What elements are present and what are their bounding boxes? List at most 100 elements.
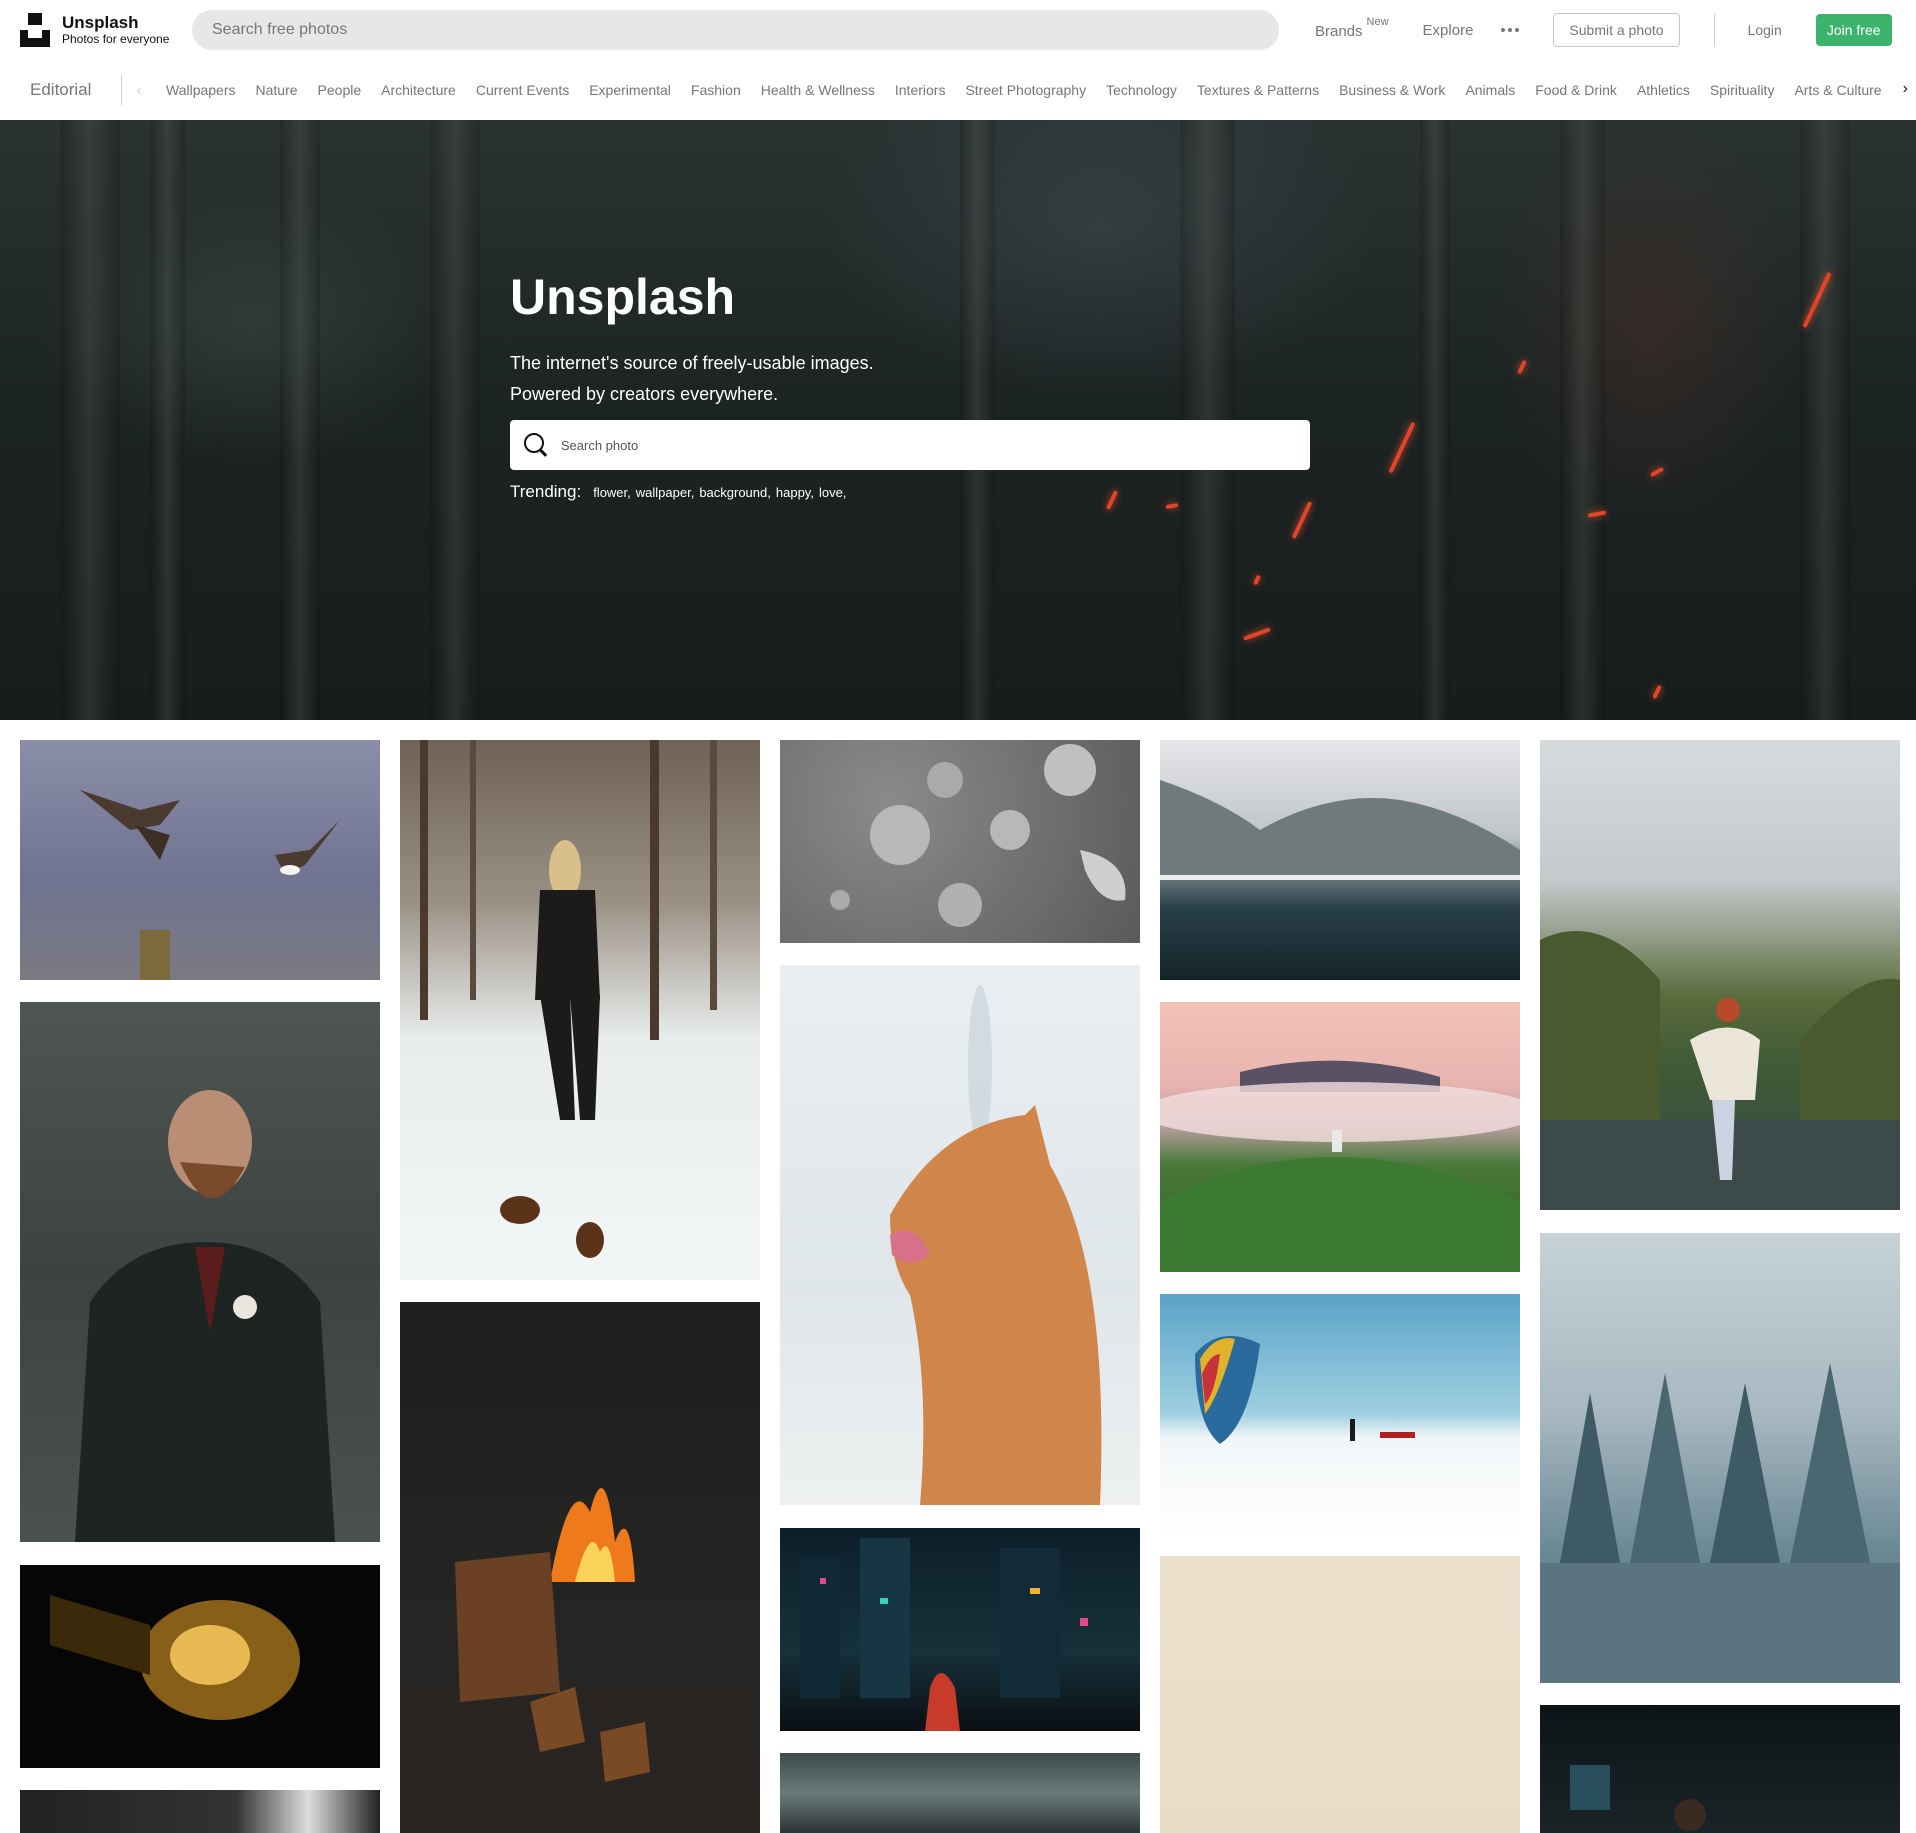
logo-tagline: Photos for everyone — [62, 31, 170, 46]
brands-link[interactable]: BrandsNew — [1315, 16, 1389, 40]
editorial-tab[interactable]: Editorial — [0, 80, 121, 100]
trending-tag[interactable]: wallpaper, — [636, 485, 695, 500]
chevron-left-icon[interactable]: ‹ — [122, 82, 156, 98]
category-tab[interactable]: Animals — [1455, 82, 1525, 98]
photo-dark-partial[interactable] — [20, 1790, 380, 1833]
category-tab[interactable]: Current Events — [466, 82, 579, 98]
category-tab[interactable]: Technology — [1096, 82, 1187, 98]
photo-neon-city[interactable] — [780, 1528, 1140, 1731]
category-tab[interactable]: Wallpapers — [156, 82, 246, 98]
category-tab[interactable]: Fashion — [681, 82, 751, 98]
hero-ember — [1649, 466, 1665, 478]
hero-ember — [1243, 627, 1271, 641]
woman-snow-graphic — [420, 740, 717, 1258]
hero-banner: Unsplash The internet's source of freely… — [0, 120, 1916, 720]
join-free-button[interactable]: Join free — [1815, 14, 1892, 46]
trending-tag[interactable]: happy, — [776, 485, 814, 500]
photo-mountain-lake[interactable] — [1160, 740, 1520, 980]
logo[interactable]: Unsplash Photos for everyone — [20, 13, 192, 47]
trending-label: Trending: — [510, 482, 582, 501]
photo-foggy-hill-church[interactable] — [1160, 1002, 1520, 1272]
dark-room-graphic — [1570, 1765, 1706, 1831]
hero-ember — [1165, 502, 1179, 510]
more-menu-icon[interactable] — [1501, 28, 1520, 32]
category-tab[interactable]: Street Photography — [955, 82, 1096, 98]
neon-city-graphic — [800, 1538, 1088, 1731]
category-tab[interactable]: Textures & Patterns — [1187, 82, 1329, 98]
category-tab[interactable]: Spirituality — [1700, 82, 1785, 98]
header-divider — [1713, 14, 1715, 46]
photo-snowy-pines[interactable] — [1540, 1233, 1900, 1683]
category-tab[interactable]: Interiors — [885, 82, 956, 98]
hero-tree-trunk — [1420, 120, 1450, 720]
photo-dark-room[interactable] — [1540, 1705, 1900, 1833]
river-walker-graphic — [1540, 931, 1900, 1210]
search-icon[interactable] — [524, 433, 547, 457]
category-tab[interactable]: People — [308, 82, 372, 98]
category-bar: Editorial ‹ Wallpapers Nature People Archit… — [0, 64, 1916, 116]
eagles-graphic — [80, 790, 340, 980]
top-search-input[interactable] — [212, 21, 1259, 39]
hero-search-bar[interactable] — [510, 420, 1310, 470]
new-badge: New — [1366, 15, 1389, 28]
category-tab[interactable]: Experimental — [579, 82, 681, 98]
submit-photo-button[interactable]: Submit a photo — [1553, 13, 1680, 47]
photo-bearded-man-suit[interactable] — [20, 1002, 380, 1542]
foggy-hill-graphic — [1160, 1060, 1520, 1272]
trending-tag[interactable]: love, — [819, 485, 846, 500]
unsplash-logo-icon — [20, 13, 50, 47]
hero-tree-trunk — [280, 120, 320, 720]
category-tab[interactable]: Nature — [246, 82, 308, 98]
trending-tag[interactable]: background, — [699, 485, 771, 500]
hero-ember — [1652, 684, 1662, 700]
category-tab[interactable]: Arts & Culture — [1784, 82, 1891, 98]
snow-kite-graphic — [1195, 1336, 1415, 1444]
top-search-bar[interactable] — [192, 10, 1279, 50]
hero-search-input[interactable] — [560, 437, 1296, 453]
hero-ember — [1291, 501, 1313, 539]
photo-orange-cat[interactable] — [780, 965, 1140, 1505]
chevron-right-icon[interactable]: › — [1903, 80, 1908, 98]
explore-link[interactable]: Explore — [1423, 22, 1474, 39]
photo-snow-kite[interactable] — [1160, 1294, 1520, 1534]
category-tab[interactable]: Food & Drink — [1525, 82, 1627, 98]
photo-woman-snow-forest[interactable] — [400, 740, 760, 1280]
mountain-lake-graphic — [1160, 780, 1520, 880]
hero-ember — [1253, 574, 1261, 586]
photo-light-bulb[interactable] — [20, 1565, 380, 1768]
photo-beige-minimal[interactable] — [1160, 1556, 1520, 1833]
hero-tree-trunk — [150, 120, 185, 720]
category-tab[interactable]: Health & Wellness — [751, 82, 885, 98]
photo-stormy-sky[interactable] — [780, 1753, 1140, 1833]
snowy-pines-graphic — [1540, 1363, 1900, 1683]
brands-label: Brands — [1315, 22, 1363, 40]
campfire-graphic — [455, 1488, 650, 1782]
category-tab[interactable]: Business & Work — [1329, 82, 1455, 98]
water-drops-graphic — [830, 744, 1126, 927]
man-suit-graphic — [75, 1090, 335, 1542]
trending-tag[interactable]: flower, — [593, 485, 631, 500]
cat-graphic — [890, 985, 1102, 1505]
light-bulb-graphic — [50, 1595, 300, 1720]
login-link[interactable]: Login — [1748, 22, 1782, 38]
top-header: Unsplash Photos for everyone BrandsNew E… — [0, 0, 1916, 60]
hero-tree-trunk — [430, 120, 480, 720]
header-nav: BrandsNew Explore Submit a photo Login J… — [1315, 13, 1892, 47]
photo-river-walker[interactable] — [1540, 740, 1900, 1210]
category-tab[interactable]: Architecture — [371, 82, 466, 98]
logo-name: Unsplash — [62, 13, 139, 33]
hero-tree-trunk — [1800, 120, 1850, 720]
hero-tree-trunk — [60, 120, 120, 720]
category-list: Wallpapers Nature People Architecture Curren… — [156, 82, 1892, 98]
hero-content: Unsplash The internet's source of freely… — [510, 268, 1310, 502]
category-tab[interactable]: Athletics — [1627, 82, 1700, 98]
photo-eagles[interactable] — [20, 740, 380, 980]
photo-water-drops[interactable] — [780, 740, 1140, 943]
trending-row: Trending: flower, wallpaper, background, ha… — [510, 482, 1310, 502]
hero-ember — [1517, 359, 1527, 375]
hero-tree-trunk — [1560, 120, 1605, 720]
hero-subtitle-line1: The internet's source of freely-usable i… — [510, 353, 874, 373]
photo-campfire-backpack[interactable] — [400, 1302, 760, 1833]
hero-ember — [1388, 421, 1416, 474]
hero-subtitle-line2: Powered by creators everywhere. — [510, 384, 779, 404]
